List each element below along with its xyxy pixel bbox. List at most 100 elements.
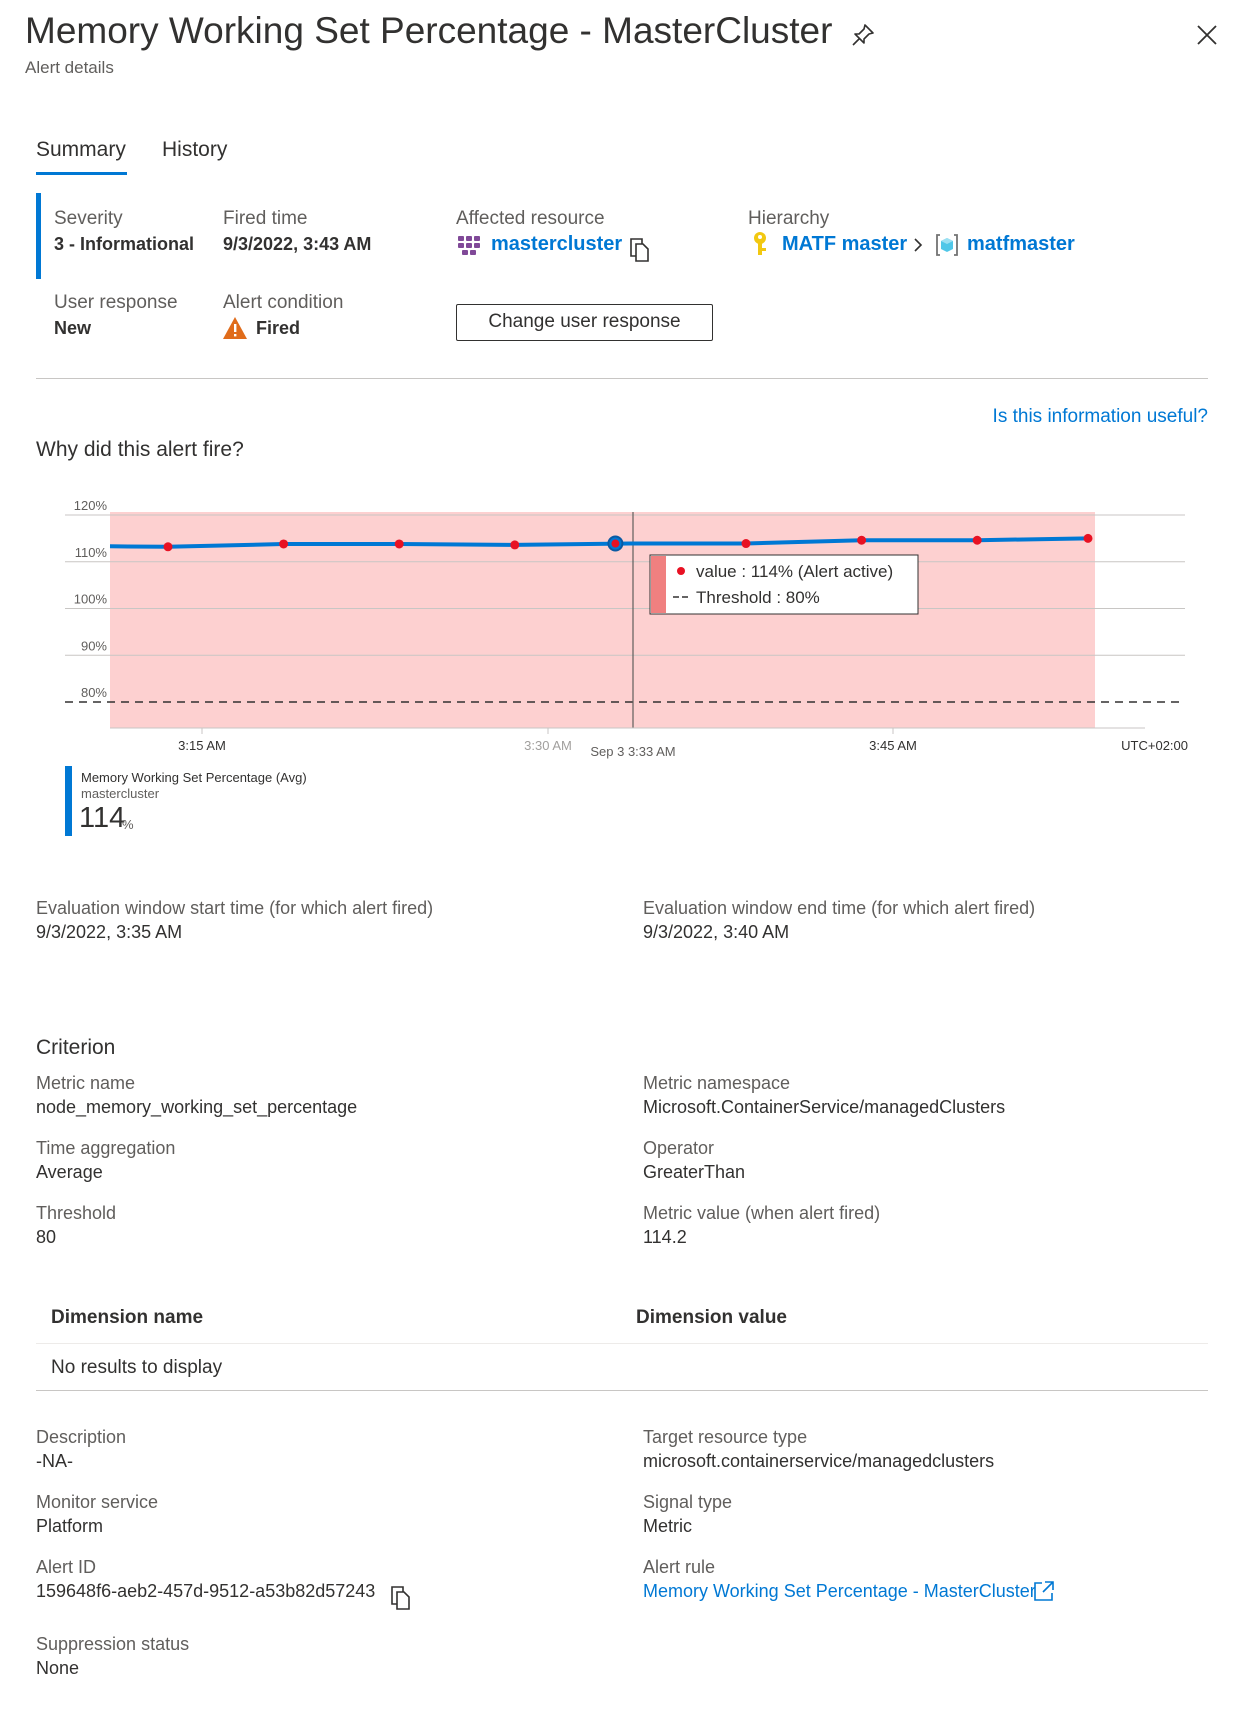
alert-rule-label: Alert rule (643, 1557, 716, 1577)
series-point (163, 542, 173, 552)
time-aggregation-label: Time aggregation (36, 1138, 176, 1158)
alert-condition-label: Alert condition (223, 292, 344, 313)
suppression-status-value: None (36, 1658, 80, 1678)
y-tick-label: 80% (81, 685, 107, 700)
x-cursor-label: Sep 3 3:33 AM (590, 744, 675, 759)
series-point (611, 539, 620, 548)
operator-label: Operator (643, 1138, 715, 1158)
series-point (279, 539, 289, 549)
series-point (394, 539, 404, 549)
y-tick-label: 110% (75, 545, 108, 560)
tab-history[interactable]: History (162, 138, 227, 162)
series-point (741, 539, 751, 549)
series-point (510, 540, 520, 550)
fired-time-value: 9/3/2022, 3:43 AM (223, 234, 372, 254)
series-point (1083, 533, 1093, 543)
chevron-right-icon (911, 235, 925, 255)
chart-y-ticks: 120% 110% 100% 90% 80% (74, 498, 108, 700)
x-tick-label: 3:30 AM (524, 738, 572, 753)
change-user-response-button[interactable]: Change user response (456, 304, 713, 341)
copy-icon[interactable] (628, 236, 652, 264)
affected-resource-link[interactable]: mastercluster (491, 233, 622, 256)
pin-icon[interactable] (850, 22, 876, 48)
suppression-status-label: Suppression status (36, 1634, 190, 1654)
eval-start-label: Evaluation window start time (for which … (36, 898, 434, 918)
page-title: Memory Working Set Percentage - MasterCl… (25, 10, 833, 51)
hierarchy-item-matf-master[interactable]: MATF master (782, 233, 907, 256)
metric-name-value: node_memory_working_set_percentage (36, 1097, 358, 1117)
copy-alert-id-icon[interactable] (389, 1584, 413, 1612)
y-tick-label: 100% (74, 592, 108, 607)
threshold-label: Threshold (36, 1203, 117, 1223)
chart-x-axis: 3:15 AM 3:30 AM 3:45 AM Sep 3 3:33 AM UTC+02… (110, 727, 1188, 759)
legend-value: 114 (79, 802, 126, 834)
metric-chart[interactable]: 120% 110% 100% 90% 80% 3:15 AM 3:30 AM 3:45 AM… (0, 490, 1239, 770)
alert-rule-link[interactable]: Memory Working Set Percentage - MasterCl… (643, 1581, 1036, 1602)
fired-time-label: Fired time (223, 208, 308, 229)
warning-icon (222, 316, 248, 340)
signal-type-value: Metric (643, 1516, 692, 1536)
time-aggregation-value: Average (36, 1162, 103, 1182)
target-resource-type-value: microsoft.containerservice/managedcluste… (643, 1451, 995, 1471)
eval-end-label: Evaluation window end time (for which al… (643, 898, 1036, 918)
dimension-value-header[interactable]: Dimension value (636, 1307, 787, 1329)
monitor-service-label: Monitor service (36, 1492, 159, 1512)
table-empty-message: No results to display (51, 1357, 223, 1378)
monitor-service-value: Platform (36, 1516, 104, 1536)
legend-unit: % (122, 817, 134, 832)
alert-id-value: 159648f6-aeb2-457d-9512-a53b82d57243 (36, 1581, 376, 1601)
why-title: Why did this alert fire? (36, 438, 244, 461)
tooltip-value-text: value : 114% (Alert active) (696, 562, 893, 581)
description-label: Description (36, 1427, 127, 1447)
close-icon[interactable] (1194, 22, 1220, 48)
tab-summary[interactable]: Summary (36, 138, 126, 162)
eval-start-value: 9/3/2022, 3:35 AM (36, 922, 183, 942)
key-icon (749, 230, 771, 258)
series-point (857, 535, 867, 545)
page-subtitle: Alert details (25, 58, 114, 77)
metric-name-label: Metric name (36, 1073, 136, 1093)
signal-type-label: Signal type (643, 1492, 733, 1512)
threshold-value: 80 (36, 1227, 57, 1247)
external-link-icon[interactable] (1032, 1579, 1056, 1603)
y-tick-label: 90% (81, 638, 107, 653)
table-bottom-divider (36, 1390, 1208, 1391)
table-header-divider (36, 1343, 1208, 1344)
chart-tooltip: value : 114% (Alert active) Threshold : 8… (649, 554, 919, 615)
operator-value: GreaterThan (643, 1162, 746, 1182)
x-tick-label: 3:15 AM (178, 738, 226, 753)
user-response-label: User response (54, 292, 178, 313)
description-value: -NA- (36, 1451, 73, 1471)
tooltip-point-marker (677, 567, 685, 575)
hierarchy-item-matfmaster[interactable]: matfmaster (967, 233, 1075, 256)
y-tick-label: 120% (74, 498, 108, 513)
timezone-label: UTC+02:00 (1121, 738, 1188, 753)
metric-value-value: 114.2 (643, 1227, 687, 1247)
severity-label: Severity (54, 208, 123, 229)
affected-resource-label: Affected resource (456, 208, 605, 229)
tooltip-color-bar (651, 556, 666, 613)
legend-resource: mastercluster (81, 786, 160, 801)
legend-color-bar (65, 766, 72, 836)
divider (36, 378, 1208, 379)
series-point (972, 535, 982, 545)
alert-condition-value: Fired (256, 318, 301, 338)
legend-series-name: Memory Working Set Percentage (Avg) (81, 770, 307, 785)
criterion-title: Criterion (36, 1036, 116, 1059)
severity-bar (36, 193, 41, 279)
user-response-value: New (54, 318, 92, 338)
alert-id-label: Alert ID (36, 1557, 97, 1577)
tooltip-threshold-text: Threshold : 80% (696, 588, 820, 607)
x-tick-label: 3:45 AM (869, 738, 917, 753)
metric-namespace-label: Metric namespace (643, 1073, 791, 1093)
metric-namespace-value: Microsoft.ContainerService/managedCluste… (643, 1097, 1006, 1117)
resource-group-icon (934, 232, 960, 258)
eval-end-value: 9/3/2022, 3:40 AM (643, 922, 790, 942)
feedback-link[interactable]: Is this information useful? (993, 406, 1208, 428)
severity-value: 3 - Informational (54, 234, 195, 254)
active-tab-indicator (36, 172, 127, 175)
target-resource-type-label: Target resource type (643, 1427, 808, 1447)
kubernetes-cluster-icon (456, 234, 482, 258)
dimension-name-header[interactable]: Dimension name (51, 1307, 203, 1329)
metric-value-label: Metric value (when alert fired) (643, 1203, 881, 1223)
